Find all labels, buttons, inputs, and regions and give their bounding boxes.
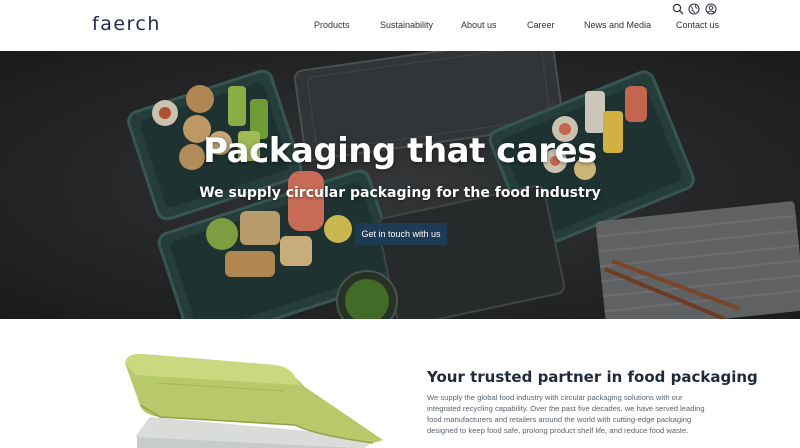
intro-paragraph: We supply the global food industry with … — [427, 393, 705, 435]
hero-subtitle: We supply circular packaging for the foo… — [199, 185, 601, 201]
globe-icon[interactable] — [688, 3, 700, 15]
site-header: faerch Products Sustainability About us … — [0, 0, 800, 51]
nav-item-contact-us[interactable]: Contact us — [676, 20, 719, 30]
nav-item-products[interactable]: Products — [314, 20, 350, 30]
product-tray-image — [125, 353, 383, 448]
nav-item-sustainability[interactable]: Sustainability — [380, 20, 433, 30]
intro-heading: Your trusted partner in food packaging — [427, 368, 758, 386]
nav-item-news-and-media[interactable]: News and Media — [584, 20, 651, 30]
user-icon[interactable] — [705, 3, 717, 15]
search-icon[interactable] — [672, 3, 684, 15]
hero-title: Packaging that cares — [203, 131, 597, 171]
hero-banner: Packaging that cares We supply circular … — [0, 51, 800, 319]
get-in-touch-button[interactable]: Get in touch with us — [355, 223, 447, 245]
main-nav: Products Sustainability About us Career … — [0, 20, 800, 34]
nav-item-career[interactable]: Career — [527, 20, 555, 30]
nav-item-about-us[interactable]: About us — [461, 20, 497, 30]
